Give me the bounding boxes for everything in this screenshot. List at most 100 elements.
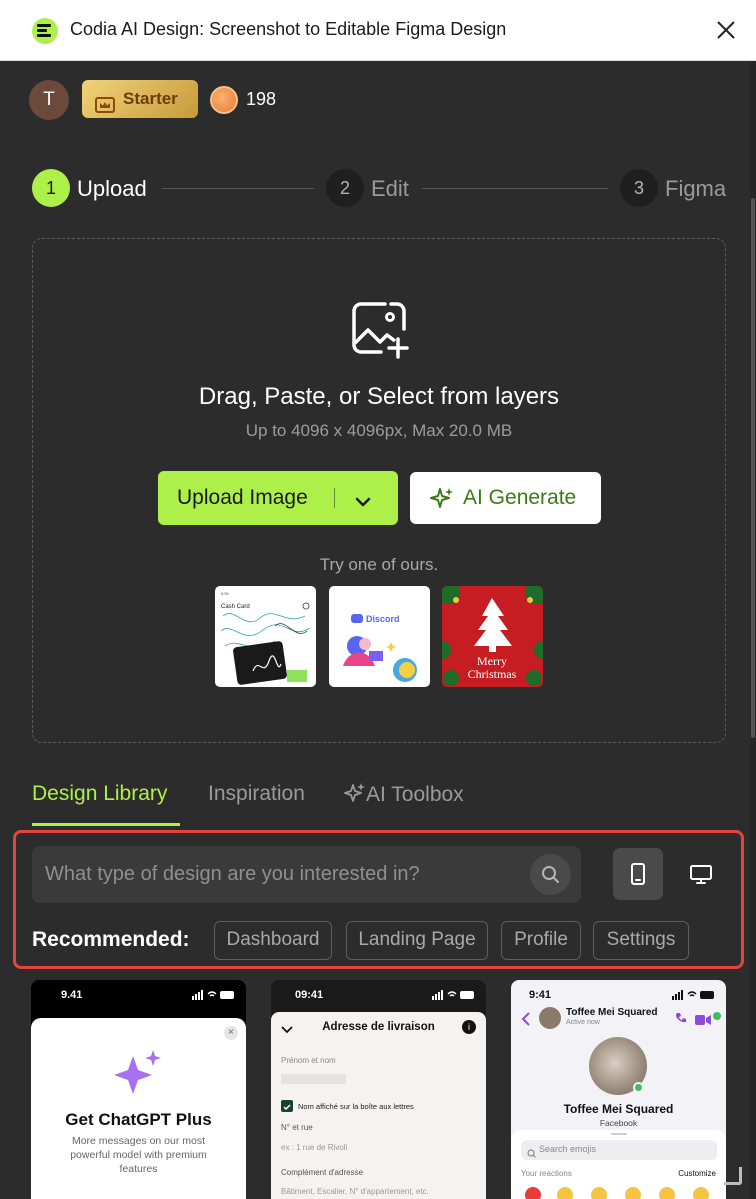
sparkle-icon	[114, 1050, 161, 1094]
card-title: Get ChatGPT Plus	[65, 1110, 212, 1129]
active-tab-indicator	[32, 823, 180, 826]
field-label: N° et rue	[281, 1123, 313, 1132]
checkbox-icon[interactable]	[281, 1100, 293, 1112]
design-search	[32, 846, 581, 903]
search-input[interactable]	[32, 846, 522, 903]
card-title: Adresse de livraison	[322, 1021, 435, 1033]
field-placeholder: Bâtiment, Escalier, N° d'appartement, et…	[281, 1187, 429, 1196]
sample-line2: Christmas	[468, 667, 517, 681]
sample-title: Discord	[366, 614, 400, 624]
plan-label: Starter	[123, 89, 178, 108]
ai-generate-label: AI Generate	[463, 486, 577, 509]
desktop-view-toggle[interactable]	[676, 848, 726, 900]
crown-icon	[95, 90, 115, 128]
status-icons	[432, 990, 476, 1000]
resize-handle[interactable]	[724, 1167, 742, 1185]
info-icon[interactable]: i	[462, 1020, 476, 1034]
search-icon[interactable]	[530, 854, 571, 895]
mobile-icon	[631, 863, 645, 885]
status-bar: 9.41	[31, 980, 246, 1010]
online-indicator	[633, 1082, 644, 1093]
tab-ai-toolbox[interactable]: AI Toolbox	[344, 782, 464, 807]
window-title: Codia AI Design: Screenshot to Editable …	[70, 19, 507, 39]
upload-button-label: Upload Image	[177, 486, 308, 509]
sparkle-icon	[429, 486, 455, 518]
status-time: 9:41	[529, 989, 552, 1001]
sparkle-icon	[344, 783, 366, 806]
step-number: 2	[326, 169, 364, 207]
customize-link[interactable]: Customize	[678, 1169, 716, 1178]
design-card[interactable]: 09:41 Adresse de livraison i Prénom et n…	[271, 980, 486, 1199]
chip-landing-page[interactable]: Landing Page	[346, 921, 488, 960]
step-number: 1	[32, 169, 70, 207]
image-add-icon	[351, 301, 409, 364]
emoji-row	[521, 1187, 717, 1199]
sample-time: 5:55	[221, 591, 230, 596]
upload-title: Drag, Paste, or Select from layers	[198, 383, 560, 410]
search-icon	[527, 1145, 536, 1163]
angry-emoji-icon[interactable]	[659, 1187, 675, 1199]
close-icon[interactable]: ×	[224, 1026, 238, 1040]
desktop-icon	[690, 865, 712, 884]
credits-count: 198	[246, 89, 277, 109]
step-label: Figma	[665, 176, 727, 201]
phone-icon[interactable]	[675, 1011, 687, 1029]
upload-limits: Up to 4096 x 4096px, Max 20.0 MB	[245, 421, 513, 440]
video-icon[interactable]	[695, 1012, 711, 1030]
sample-line1: Merry	[477, 654, 507, 668]
profile-name: Toffee Mei Squared	[563, 1102, 674, 1116]
field-value	[281, 1074, 346, 1084]
avatar[interactable]: T	[29, 80, 69, 120]
tab-label: AI Toolbox	[366, 783, 464, 806]
tab-design-library[interactable]: Design Library	[32, 782, 167, 806]
scrollbar[interactable]	[750, 61, 756, 1199]
tab-inspiration[interactable]: Inspiration	[208, 782, 305, 806]
status-icons	[192, 990, 236, 1000]
design-card[interactable]: 9.41 × Get ChatGPT Plus More messages on…	[31, 980, 246, 1199]
field-label: Complément d'adresse	[281, 1168, 364, 1177]
status-time: 09:41	[295, 989, 324, 1001]
profile-subtitle: Facebook	[599, 1118, 638, 1128]
emoji-search-placeholder: Search emojis	[539, 1144, 597, 1154]
status-bar: 9:41	[511, 980, 726, 1010]
avatar	[539, 1007, 561, 1029]
heart-emoji-icon[interactable]	[525, 1187, 541, 1199]
step-label: Edit	[371, 176, 409, 201]
mobile-view-toggle[interactable]	[613, 848, 663, 900]
chevron-down-icon[interactable]	[355, 490, 371, 514]
recommended-label: Recommended:	[32, 928, 190, 951]
chat-name: Toffee Mei Squared	[566, 1007, 658, 1018]
thumbs-up-emoji-icon[interactable]	[693, 1187, 709, 1199]
close-icon[interactable]	[714, 18, 738, 42]
try-samples-label: Try one of ours.	[319, 555, 439, 574]
online-indicator	[713, 1012, 721, 1020]
upload-dropzone[interactable]: Drag, Paste, or Select from layers Up to…	[32, 238, 726, 743]
button-divider	[334, 488, 335, 508]
chat-status: Active now	[566, 1019, 600, 1026]
status-time: 9.41	[61, 989, 83, 1001]
design-card[interactable]: 9:41 Toffee Mei Squared Active now Toffe…	[511, 980, 726, 1199]
step-connector	[422, 188, 608, 189]
chip-profile[interactable]: Profile	[501, 921, 581, 960]
sample-title: Cash Card	[221, 604, 250, 610]
sample-discord[interactable]: Discord	[329, 586, 430, 687]
back-icon[interactable]	[521, 1012, 531, 1031]
ai-generate-button[interactable]: AI Generate	[410, 472, 601, 524]
sad-emoji-icon[interactable]	[625, 1187, 641, 1199]
plan-badge[interactable]: Starter	[82, 80, 198, 118]
step-number: 3	[620, 169, 658, 207]
chip-dashboard[interactable]: Dashboard	[214, 921, 332, 960]
wow-emoji-icon[interactable]	[591, 1187, 607, 1199]
reactions-label: Your reactions	[521, 1169, 572, 1178]
scrollbar-thumb[interactable]	[751, 198, 755, 738]
codia-logo-icon	[32, 18, 58, 44]
sample-christmas[interactable]: Merry Christmas	[442, 586, 543, 687]
card-description: More messages on our most powerful model…	[70, 1135, 207, 1175]
upload-image-button[interactable]: Upload Image	[158, 471, 398, 525]
chip-settings[interactable]: Settings	[593, 921, 689, 960]
sample-cash-card[interactable]: 5:55 Cash Card	[215, 586, 316, 687]
step-connector	[162, 188, 314, 189]
laugh-emoji-icon[interactable]	[557, 1187, 573, 1199]
field-label: Prénom et nom	[281, 1056, 336, 1065]
field-placeholder: ex : 1 rue de Rivoli	[281, 1143, 348, 1152]
